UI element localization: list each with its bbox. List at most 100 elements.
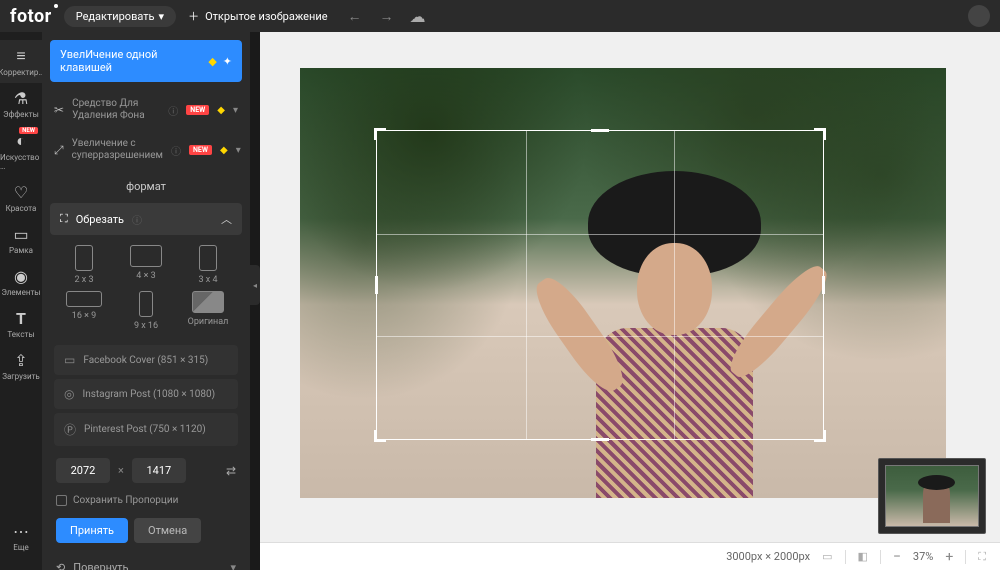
height-input[interactable] bbox=[132, 458, 186, 483]
header: fotor Редактировать ▾ ＋ Открытое изображ… bbox=[0, 0, 1000, 32]
preset-label: Instagram Post (1080 × 1080) bbox=[82, 389, 215, 400]
redo-button[interactable]: → bbox=[380, 8, 394, 25]
crop-ratio-2x3[interactable]: 2 x 3 bbox=[56, 245, 112, 285]
new-tag: NEW bbox=[189, 145, 212, 155]
new-badge: NEW bbox=[19, 127, 38, 134]
heart-icon: ♡ bbox=[14, 183, 28, 202]
nav-arrows: ← → bbox=[348, 8, 394, 25]
apply-button[interactable]: Принять bbox=[56, 518, 128, 543]
undo-button[interactable]: ← bbox=[348, 8, 362, 25]
ai-enhance-button[interactable]: УвелИчение одной клавишей ◆ ✦ bbox=[50, 40, 242, 82]
zoom-out-button[interactable]: − bbox=[893, 549, 901, 565]
sidebar-item-elements[interactable]: ◉ Элементы bbox=[0, 261, 42, 303]
open-image-button[interactable]: ＋ Открытое изображение bbox=[188, 8, 327, 24]
text-icon: T bbox=[16, 309, 26, 328]
dimensions-row: × ⇄ bbox=[42, 450, 250, 491]
format-section-title: формат bbox=[42, 170, 250, 203]
super-res-row[interactable]: ⤢ Увеличение с суперразрешением ⓘ NEW ◆ … bbox=[42, 130, 250, 170]
art-icon: ◐ bbox=[16, 131, 26, 151]
instagram-icon: ◎ bbox=[64, 387, 74, 401]
image-stage[interactable] bbox=[300, 68, 946, 498]
super-res-label: Увеличение с суперразрешением bbox=[72, 138, 163, 162]
rotate-label: Повернуть bbox=[73, 561, 128, 570]
tool-panel: УвелИчение одной клавишей ◆ ✦ ✂ Средство… bbox=[42, 32, 250, 570]
crop-ratio-3x4[interactable]: 3 x 4 bbox=[180, 245, 236, 285]
swap-icon[interactable]: ⇄ bbox=[226, 464, 236, 478]
sidebar-item-adjust[interactable]: ≡ Корректир… bbox=[0, 40, 42, 83]
bg-remove-label: Средство Для Удаления Фона bbox=[72, 98, 160, 122]
crop-handle-tr[interactable] bbox=[814, 128, 826, 140]
icon-sidebar: ≡ Корректир… ⚗ Эффекты NEW ◐ Искусство …… bbox=[0, 32, 42, 570]
facebook-icon: ▭ bbox=[64, 353, 75, 367]
crop-handle-left[interactable] bbox=[375, 276, 378, 294]
crop-ratio-16x9[interactable]: 16 × 9 bbox=[56, 291, 112, 331]
preset-pinterest-post[interactable]: Ⓟ Pinterest Post (750 × 1120) bbox=[54, 413, 238, 446]
chevron-down-icon: ▾ bbox=[233, 105, 238, 116]
open-image-label: Открытое изображение bbox=[205, 10, 327, 23]
sidebar-item-upload[interactable]: ⇪ Загрузить bbox=[0, 345, 42, 387]
crop-handle-br[interactable] bbox=[814, 430, 826, 442]
compare-icon[interactable]: ◧ bbox=[858, 550, 868, 563]
flask-icon: ⚗ bbox=[14, 89, 28, 108]
sidebar-item-more[interactable]: ⋯ Еще bbox=[0, 516, 42, 558]
edit-dropdown-button[interactable]: Редактировать ▾ bbox=[64, 6, 176, 27]
sidebar-item-art[interactable]: NEW ◐ Искусство … bbox=[0, 125, 42, 177]
crop-overlay[interactable] bbox=[376, 130, 824, 440]
crop-buttons: Принять Отмена bbox=[42, 510, 250, 551]
sidebar-item-text[interactable]: T Тексты bbox=[0, 303, 42, 345]
preset-facebook-cover[interactable]: ▭ Facebook Cover (851 × 315) bbox=[54, 345, 238, 375]
zoom-in-button[interactable]: + bbox=[945, 549, 953, 565]
canvas-area: 3000px × 2000px ▭ ◧ − 37% + ⛶ bbox=[260, 32, 1000, 570]
sliders-icon: ≡ bbox=[16, 46, 25, 66]
preset-label: Pinterest Post (750 × 1120) bbox=[84, 424, 206, 435]
sidebar-item-effects[interactable]: ⚗ Эффекты bbox=[0, 83, 42, 125]
crop-ratio-grid: 2 x 3 4 × 3 3 x 4 16 × 9 9 x 16 Оригинал bbox=[42, 235, 250, 341]
crop-handle-top[interactable] bbox=[591, 129, 609, 132]
aspect-icon[interactable]: ▭ bbox=[822, 550, 832, 563]
times-icon: × bbox=[118, 464, 124, 477]
crop-handle-tl[interactable] bbox=[374, 128, 386, 140]
edit-label: Редактировать bbox=[76, 10, 155, 23]
rotate-icon: ⟲ bbox=[56, 561, 65, 570]
cloud-sync-icon[interactable]: ☁ bbox=[410, 7, 426, 26]
info-icon: ⓘ bbox=[168, 103, 178, 118]
checkbox[interactable] bbox=[56, 495, 67, 506]
crop-handle-bottom[interactable] bbox=[591, 438, 609, 441]
crop-ratio-4x3[interactable]: 4 × 3 bbox=[118, 245, 174, 285]
crop-header[interactable]: ⛶ Обрезать ⓘ ︿ bbox=[50, 203, 242, 235]
crop-handle-right[interactable] bbox=[822, 276, 825, 294]
chevron-down-icon: ▾ bbox=[159, 10, 165, 23]
width-input[interactable] bbox=[56, 458, 110, 483]
elements-icon: ◉ bbox=[14, 267, 28, 286]
crop-ratio-original[interactable]: Оригинал bbox=[180, 291, 236, 331]
panel-collapse-tab[interactable]: ◂ bbox=[250, 265, 260, 305]
sidebar-item-beauty[interactable]: ♡ Красота bbox=[0, 177, 42, 219]
crop-ratio-9x16[interactable]: 9 x 16 bbox=[118, 291, 174, 331]
crop-icon: ⛶ bbox=[60, 212, 68, 226]
crop-handle-bl[interactable] bbox=[374, 430, 386, 442]
preset-label: Facebook Cover (851 × 315) bbox=[83, 355, 208, 366]
logo: fotor bbox=[10, 6, 52, 27]
keep-ratio-label: Сохранить Пропорции bbox=[73, 495, 178, 506]
pinterest-icon: Ⓟ bbox=[64, 421, 76, 438]
preset-instagram-post[interactable]: ◎ Instagram Post (1080 × 1080) bbox=[54, 379, 238, 409]
chevron-up-icon: ︿ bbox=[221, 211, 232, 227]
dimensions-label: 3000px × 2000px bbox=[726, 550, 810, 563]
status-bar: 3000px × 2000px ▭ ◧ − 37% + ⛶ bbox=[260, 542, 1000, 570]
more-icon: ⋯ bbox=[13, 522, 29, 541]
chevron-down-icon: ▾ bbox=[230, 561, 236, 570]
frame-icon: ▭ bbox=[13, 225, 28, 244]
info-icon: ⓘ bbox=[171, 143, 181, 158]
chevron-down-icon: ▾ bbox=[236, 145, 241, 156]
keep-ratio-row[interactable]: Сохранить Пропорции bbox=[42, 491, 250, 510]
diamond-icon: ◆ bbox=[217, 105, 225, 116]
diamond-icon: ◆ bbox=[208, 55, 216, 68]
bg-remove-row[interactable]: ✂ Средство Для Удаления Фона ⓘ NEW ◆ ▾ bbox=[42, 90, 250, 130]
cancel-button[interactable]: Отмена bbox=[134, 518, 201, 543]
avatar[interactable] bbox=[968, 5, 990, 27]
navigator-thumbnail[interactable] bbox=[878, 458, 986, 534]
upload-icon: ⇪ bbox=[14, 351, 27, 370]
rotate-row[interactable]: ⟲ Повернуть ▾ bbox=[42, 551, 250, 570]
sidebar-item-frame[interactable]: ▭ Рамка bbox=[0, 219, 42, 261]
fit-screen-icon[interactable]: ⛶ bbox=[978, 550, 986, 564]
